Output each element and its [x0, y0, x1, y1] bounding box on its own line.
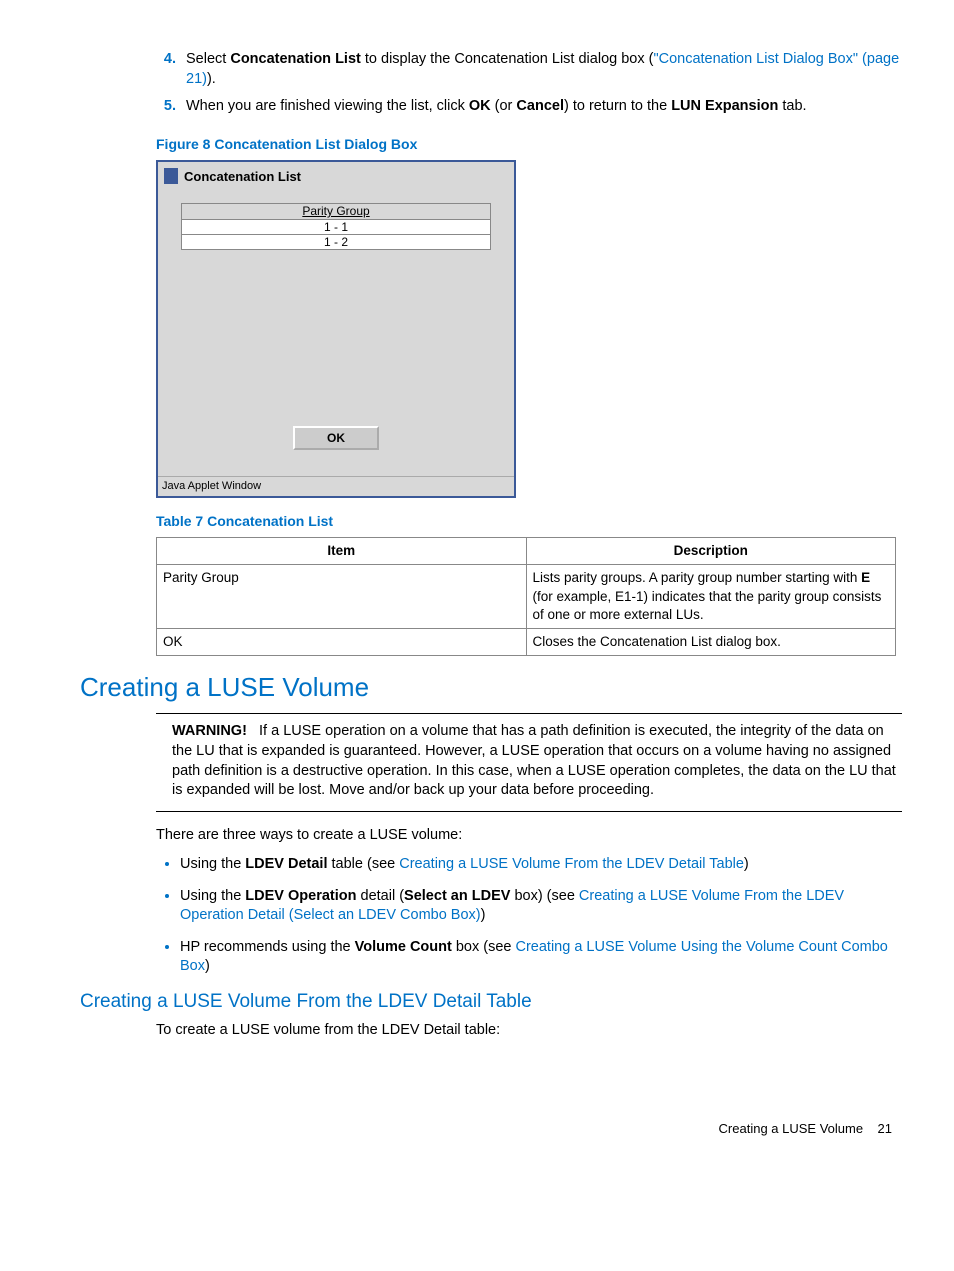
cell-desc: Closes the Concatenation List dialog box…: [526, 629, 896, 656]
figure-8: Concatenation List Parity Group 1 - 1 1 …: [156, 160, 902, 499]
dialog-title-text: Concatenation List: [184, 168, 301, 186]
text: to display the Concatenation List dialog…: [361, 51, 654, 67]
bold: OK: [469, 98, 491, 114]
subsection-heading: Creating a LUSE Volume From the LDEV Det…: [80, 989, 902, 1015]
cell-item: OK: [157, 629, 527, 656]
footer-text: Creating a LUSE Volume: [719, 1121, 864, 1136]
list-item: HP recommends using the Volume Count box…: [180, 938, 902, 977]
text: Lists parity groups. A parity group numb…: [533, 570, 862, 585]
text: ).: [207, 71, 216, 87]
bold: LUN Expansion: [671, 98, 778, 114]
text: Using the: [180, 856, 245, 872]
dialog-titlebar: Concatenation List: [158, 162, 514, 204]
bold: LDEV Operation: [245, 888, 356, 904]
java-applet-status: Java Applet Window: [158, 476, 514, 496]
cell-desc: Lists parity groups. A parity group numb…: [526, 565, 896, 629]
xref-link[interactable]: Creating a LUSE Volume From the LDEV Det…: [399, 856, 744, 872]
text: Select: [186, 51, 230, 67]
step-4: Select Concatenation List to display the…: [180, 50, 902, 89]
paragraph: There are three ways to create a LUSE vo…: [156, 826, 902, 846]
concatenation-list-dialog: Concatenation List Parity Group 1 - 1 1 …: [156, 160, 516, 499]
text: HP recommends using the: [180, 939, 355, 955]
bullet-list: Using the LDEV Detail table (see Creatin…: [180, 855, 902, 977]
page-number: 21: [878, 1121, 892, 1136]
bold: Select an LDEV: [404, 888, 510, 904]
cell[interactable]: 1 - 2: [182, 234, 491, 249]
cell[interactable]: 1 - 1: [182, 219, 491, 234]
text: box (see: [452, 939, 516, 955]
column-header: Parity Group: [182, 204, 491, 219]
table-row: 1 - 2: [182, 234, 491, 249]
bold: E: [861, 570, 870, 585]
table-7: Item Description Parity Group Lists pari…: [156, 537, 896, 656]
text: (or: [491, 98, 517, 114]
warning-body: If a LUSE operation on a volume that has…: [172, 723, 896, 798]
table-row: 1 - 1: [182, 219, 491, 234]
window-icon: [164, 168, 178, 184]
text: Using the: [180, 888, 245, 904]
column-header: Description: [526, 538, 896, 565]
text: box) (see: [510, 888, 579, 904]
text: table (see: [327, 856, 399, 872]
figure-caption: Figure 8 Concatenation List Dialog Box: [156, 135, 902, 154]
text: When you are finished viewing the list, …: [186, 98, 469, 114]
cell-item: Parity Group: [157, 565, 527, 629]
page-footer: Creating a LUSE Volume 21: [52, 1120, 902, 1138]
warning-label: WARNING!: [172, 723, 247, 739]
text: ): [205, 958, 210, 974]
text: ): [744, 856, 749, 872]
bold: Concatenation List: [230, 51, 361, 67]
step-5: When you are finished viewing the list, …: [180, 97, 902, 117]
warning-text: WARNING! If a LUSE operation on a volume…: [172, 722, 902, 800]
ok-button[interactable]: OK: [293, 426, 379, 450]
list-item: Using the LDEV Detail table (see Creatin…: [180, 855, 902, 875]
text: detail (: [356, 888, 404, 904]
ordered-steps: Select Concatenation List to display the…: [52, 50, 902, 117]
warning-block: WARNING! If a LUSE operation on a volume…: [156, 713, 902, 811]
column-header: Item: [157, 538, 527, 565]
text: ) to return to the: [564, 98, 671, 114]
table-row: Parity Group Lists parity groups. A pari…: [157, 565, 896, 629]
text: tab.: [778, 98, 806, 114]
button-row: OK: [158, 410, 514, 476]
bold: LDEV Detail: [245, 856, 327, 872]
text: ): [481, 907, 486, 923]
parity-group-table: Parity Group 1 - 1 1 - 2: [181, 203, 491, 250]
table-caption: Table 7 Concatenation List: [156, 512, 902, 531]
bold: Cancel: [516, 98, 564, 114]
table-empty-area: [180, 250, 492, 410]
table-row: OK Closes the Concatenation List dialog …: [157, 629, 896, 656]
section-heading: Creating a LUSE Volume: [80, 670, 902, 705]
list-item: Using the LDEV Operation detail (Select …: [180, 887, 902, 926]
bold: Volume Count: [355, 939, 452, 955]
paragraph: To create a LUSE volume from the LDEV De…: [156, 1021, 902, 1041]
text: (for example, E1-1) indicates that the p…: [533, 589, 882, 622]
